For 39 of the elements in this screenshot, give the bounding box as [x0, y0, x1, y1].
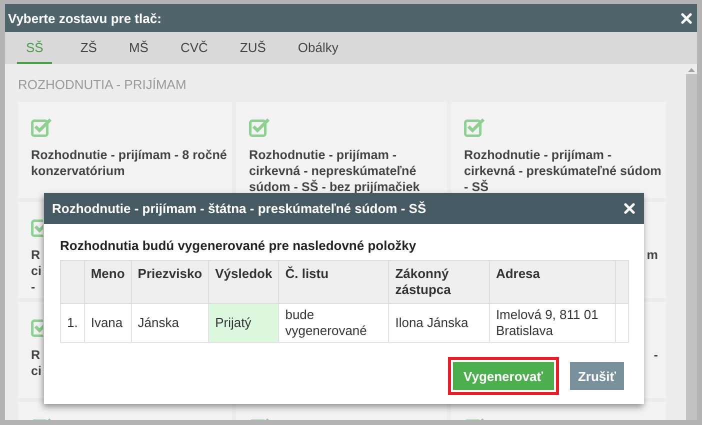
modal-title: Rozhodnutie - prijímam - štátna - preskúmateľné súdom - SŠ: [52, 201, 426, 216]
modal-message: Rozhodnutia budú vygenerované pre nasledovné položky: [60, 238, 418, 253]
tab[interactable]: ZUŠ: [234, 32, 271, 64]
column-header: Priezvisko: [131, 260, 209, 304]
table-cell: Imelová 9, 811 01 Bratislava: [489, 304, 616, 342]
checkbox-icon: [31, 318, 43, 337]
tab[interactable]: MŠ: [124, 32, 154, 64]
card-title: Rozhodnutie - prijímam - cirkevná - preskúmateľné súdom - SŠ: [464, 147, 662, 195]
card-title: ci: [31, 364, 42, 378]
column-header: Zákonný zástupca: [388, 260, 490, 304]
card-title: -: [31, 280, 36, 294]
window-title: Vyberte zostavu pre tlač:: [8, 10, 162, 26]
card-title: ci: [31, 264, 42, 278]
card-title: Rozhodnutie - prijímam - cirkevná - nepreskúmateľné súdom - SŠ - bez prijímačiek: [249, 147, 421, 195]
checkbox-icon: [31, 218, 43, 237]
checkbox-icon: [464, 118, 485, 137]
section-title: ROZHODNUTIA - PRIJÍMAM: [18, 77, 186, 92]
table-cell: bude vygenerované: [278, 304, 389, 342]
scrollbar[interactable]: [686, 74, 697, 420]
row-number: 1.: [60, 304, 84, 342]
tab[interactable]: ZŠ: [75, 32, 102, 64]
card-title: m: [646, 248, 658, 262]
table-cell: Ivana: [84, 304, 132, 342]
column-header: Výsledok: [208, 260, 279, 304]
card-title: -: [654, 348, 658, 362]
checkbox-icon: [249, 118, 270, 137]
card-title: R: [31, 348, 40, 362]
table-cell: Ilona Jánska: [388, 304, 490, 342]
column-header: Adresa: [489, 260, 616, 304]
tab[interactable]: CVČ: [175, 32, 213, 64]
close-icon[interactable]: [681, 12, 692, 24]
close-icon[interactable]: [624, 203, 635, 214]
card-title: R: [31, 248, 40, 262]
table-cell: Prijatý: [208, 304, 279, 342]
column-header: Č. listu: [278, 260, 389, 304]
checkbox-icon: [31, 118, 52, 137]
column-header: Meno: [84, 260, 132, 304]
tab[interactable]: Obálky: [292, 32, 344, 64]
card-title: Rozhodnutie - prijímam - 8 ročné konzervatórium: [31, 147, 228, 179]
